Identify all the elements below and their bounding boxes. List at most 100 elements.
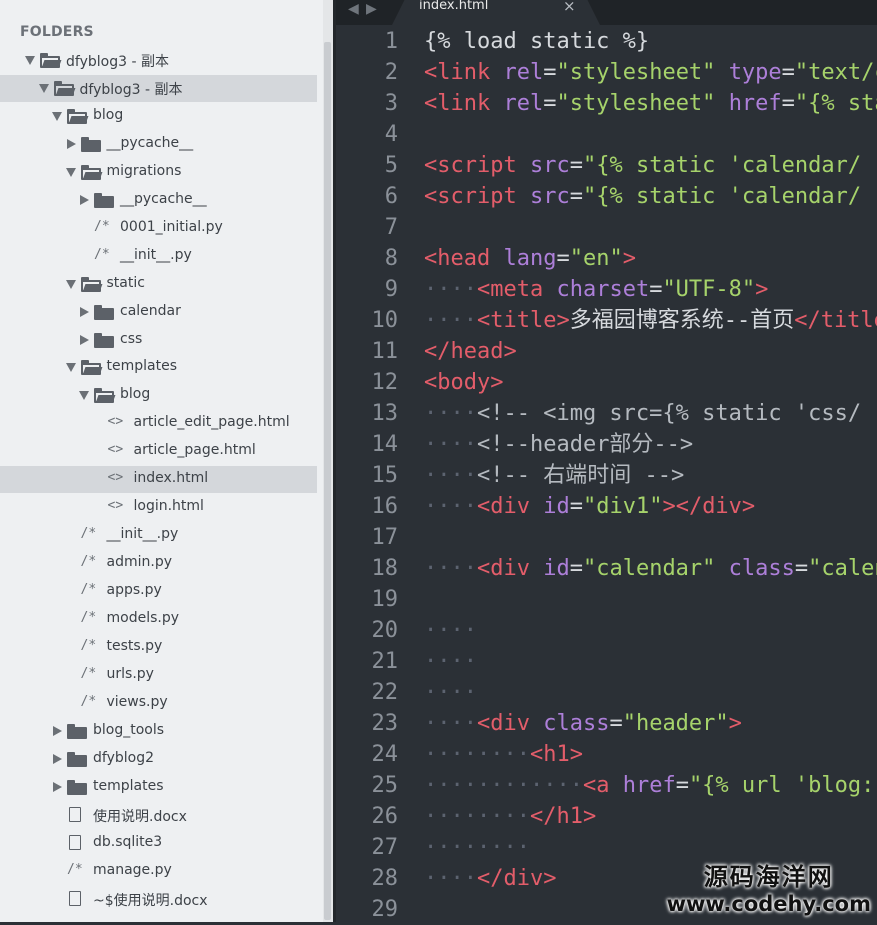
tree-item-label: calendar: [120, 302, 181, 319]
code-token: charset: [556, 277, 650, 302]
back-arrow-icon[interactable]: ◀: [348, 1, 359, 17]
code-line[interactable]: ····<div class="header">: [424, 708, 742, 739]
disclosure-closed-icon[interactable]: [80, 334, 89, 345]
code-line[interactable]: ····<!-- 右端时间 -->: [424, 460, 684, 491]
disclosure-closed-icon[interactable]: [53, 753, 62, 764]
tree-file[interactable]: /* views.py: [0, 690, 317, 717]
tab-title[interactable]: index.html: [419, 0, 488, 13]
code-token: type: [728, 60, 782, 85]
tree-folder[interactable]: static: [0, 271, 317, 298]
tree-file[interactable]: db.sqlite3: [0, 830, 317, 857]
file-icon: [69, 834, 81, 850]
sidebar-scrollbar[interactable]: [323, 0, 333, 922]
tree-folder[interactable]: dfyblog3 - 副本: [0, 74, 317, 102]
tree-folder[interactable]: __pycache__: [0, 131, 317, 158]
line-number: 12: [371, 370, 399, 395]
tree-folder[interactable]: dfyblog3 - 副本: [0, 47, 317, 74]
sidebar-scrollbar-thumb[interactable]: [324, 42, 331, 920]
code-line[interactable]: ····</div>: [424, 863, 556, 894]
code-line[interactable]: <body>: [424, 367, 503, 398]
code-line[interactable]: ····<meta charset="UTF-8">: [424, 274, 768, 305]
tree-item-label: article_edit_page.html: [133, 414, 290, 431]
disclosure-closed-icon[interactable]: [53, 725, 62, 736]
disclosure-open-icon[interactable]: [65, 167, 76, 177]
tree-item-label: admin.py: [106, 554, 173, 571]
code-line[interactable]: </head>: [424, 336, 517, 367]
code-line[interactable]: <script src="{% static 'calendar/: [424, 181, 861, 212]
code-token: ····: [424, 680, 477, 705]
code-token: <title>: [476, 308, 570, 333]
code-token: "{% static 'calendar/: [582, 184, 862, 209]
tree-file[interactable]: /* admin.py: [0, 550, 317, 577]
disclosure-open-icon[interactable]: [25, 56, 35, 65]
tree-item-label: ~$使用说明.docx: [93, 892, 208, 909]
code-editor[interactable]: {% load static %} <link rel="stylesheet" …: [424, 25, 877, 922]
code-line[interactable]: ····<!--header部分-->: [424, 429, 693, 460]
tree-file[interactable]: <> article_page.html: [0, 438, 317, 465]
code-line[interactable]: ········<h1>: [424, 739, 583, 770]
disclosure-open-icon[interactable]: [38, 83, 49, 93]
line-number: 7: [384, 215, 398, 240]
code-line[interactable]: ····: [424, 646, 477, 677]
code-line[interactable]: ····<div id="calendar" class="calendar": [424, 553, 877, 584]
disclosure-closed-icon[interactable]: [53, 781, 62, 792]
code-line[interactable]: {% load static %}: [424, 26, 649, 57]
disclosure-open-icon[interactable]: [65, 279, 76, 289]
tree-file[interactable]: /* __init__.py: [0, 243, 317, 270]
tree-file[interactable]: ~$使用说明.docx: [0, 886, 317, 913]
tree-file[interactable]: /* models.py: [0, 606, 317, 633]
code-line[interactable]: ····: [424, 615, 477, 646]
line-number: 18: [371, 556, 399, 581]
code-line[interactable]: <link rel="stylesheet" type="text/css": [424, 57, 877, 88]
tree-file[interactable]: /* 0001_initial.py: [0, 215, 317, 242]
tree-file[interactable]: /* urls.py: [0, 662, 317, 689]
tree-folder[interactable]: templates: [0, 774, 317, 801]
code-token: ········: [424, 804, 530, 829]
tree-folder[interactable]: migrations: [0, 159, 317, 186]
tree-file[interactable]: <> article_edit_page.html: [0, 410, 317, 437]
tree-file[interactable]: <> index.html: [0, 466, 317, 494]
disclosure-closed-icon[interactable]: [80, 194, 89, 205]
tree-file[interactable]: 使用说明.docx: [0, 802, 317, 829]
code-line[interactable]: <script src="{% static 'calendar/: [424, 150, 861, 181]
tree-folder[interactable]: calendar: [0, 299, 317, 326]
tree-file[interactable]: /* apps.py: [0, 578, 317, 605]
code-line[interactable]: ····<!-- <img src={% static 'css/: [424, 398, 861, 429]
code-line[interactable]: ····<div id="div1"></div>: [424, 491, 755, 522]
disclosure-open-icon[interactable]: [52, 111, 62, 121]
tree-folder[interactable]: templates: [0, 354, 317, 381]
html-file-icon: <>: [107, 498, 124, 514]
file-icon: [69, 806, 81, 822]
code-line[interactable]: ····<title>多福园博客系统--首页</title>: [424, 305, 877, 336]
tree-file[interactable]: <> login.html: [0, 494, 317, 521]
code-line[interactable]: ············<a href="{% url 'blog:: [424, 770, 874, 801]
close-icon[interactable]: ×: [563, 0, 576, 15]
disclosure-closed-icon[interactable]: [66, 138, 76, 149]
tree-folder[interactable]: blog: [0, 103, 317, 130]
tree-folder[interactable]: blog: [0, 382, 317, 409]
code-line[interactable]: <head lang="en">: [424, 243, 636, 274]
python-file-icon: /*: [67, 861, 83, 877]
tree-folder[interactable]: css: [0, 327, 317, 354]
tree-folder[interactable]: __pycache__: [0, 187, 317, 214]
code-line[interactable]: ····: [424, 677, 477, 708]
folder-icon: [67, 723, 87, 739]
tree-folder[interactable]: dfyblog2: [0, 746, 317, 773]
code-line[interactable]: ········: [424, 832, 530, 863]
disclosure-closed-icon[interactable]: [80, 306, 89, 317]
code-token: "calendar": [808, 556, 877, 581]
code-token: ····: [424, 432, 477, 457]
code-token: class: [728, 556, 795, 581]
tree-file[interactable]: /* __init__.py: [0, 522, 317, 549]
tree-file[interactable]: /* manage.py: [0, 858, 317, 885]
code-line[interactable]: ········</h1>: [424, 801, 596, 832]
code-line[interactable]: <link rel="stylesheet" href="{% static: [424, 88, 877, 119]
code-token: >: [728, 711, 742, 736]
disclosure-open-icon[interactable]: [65, 363, 76, 373]
tree-folder[interactable]: blog_tools: [0, 718, 317, 745]
code-token: <!-- 右端时间 -->: [476, 463, 685, 488]
line-number: 21: [371, 649, 399, 674]
disclosure-open-icon[interactable]: [79, 391, 89, 401]
tree-file[interactable]: /* tests.py: [0, 634, 317, 661]
forward-arrow-icon[interactable]: ▶: [366, 1, 377, 17]
